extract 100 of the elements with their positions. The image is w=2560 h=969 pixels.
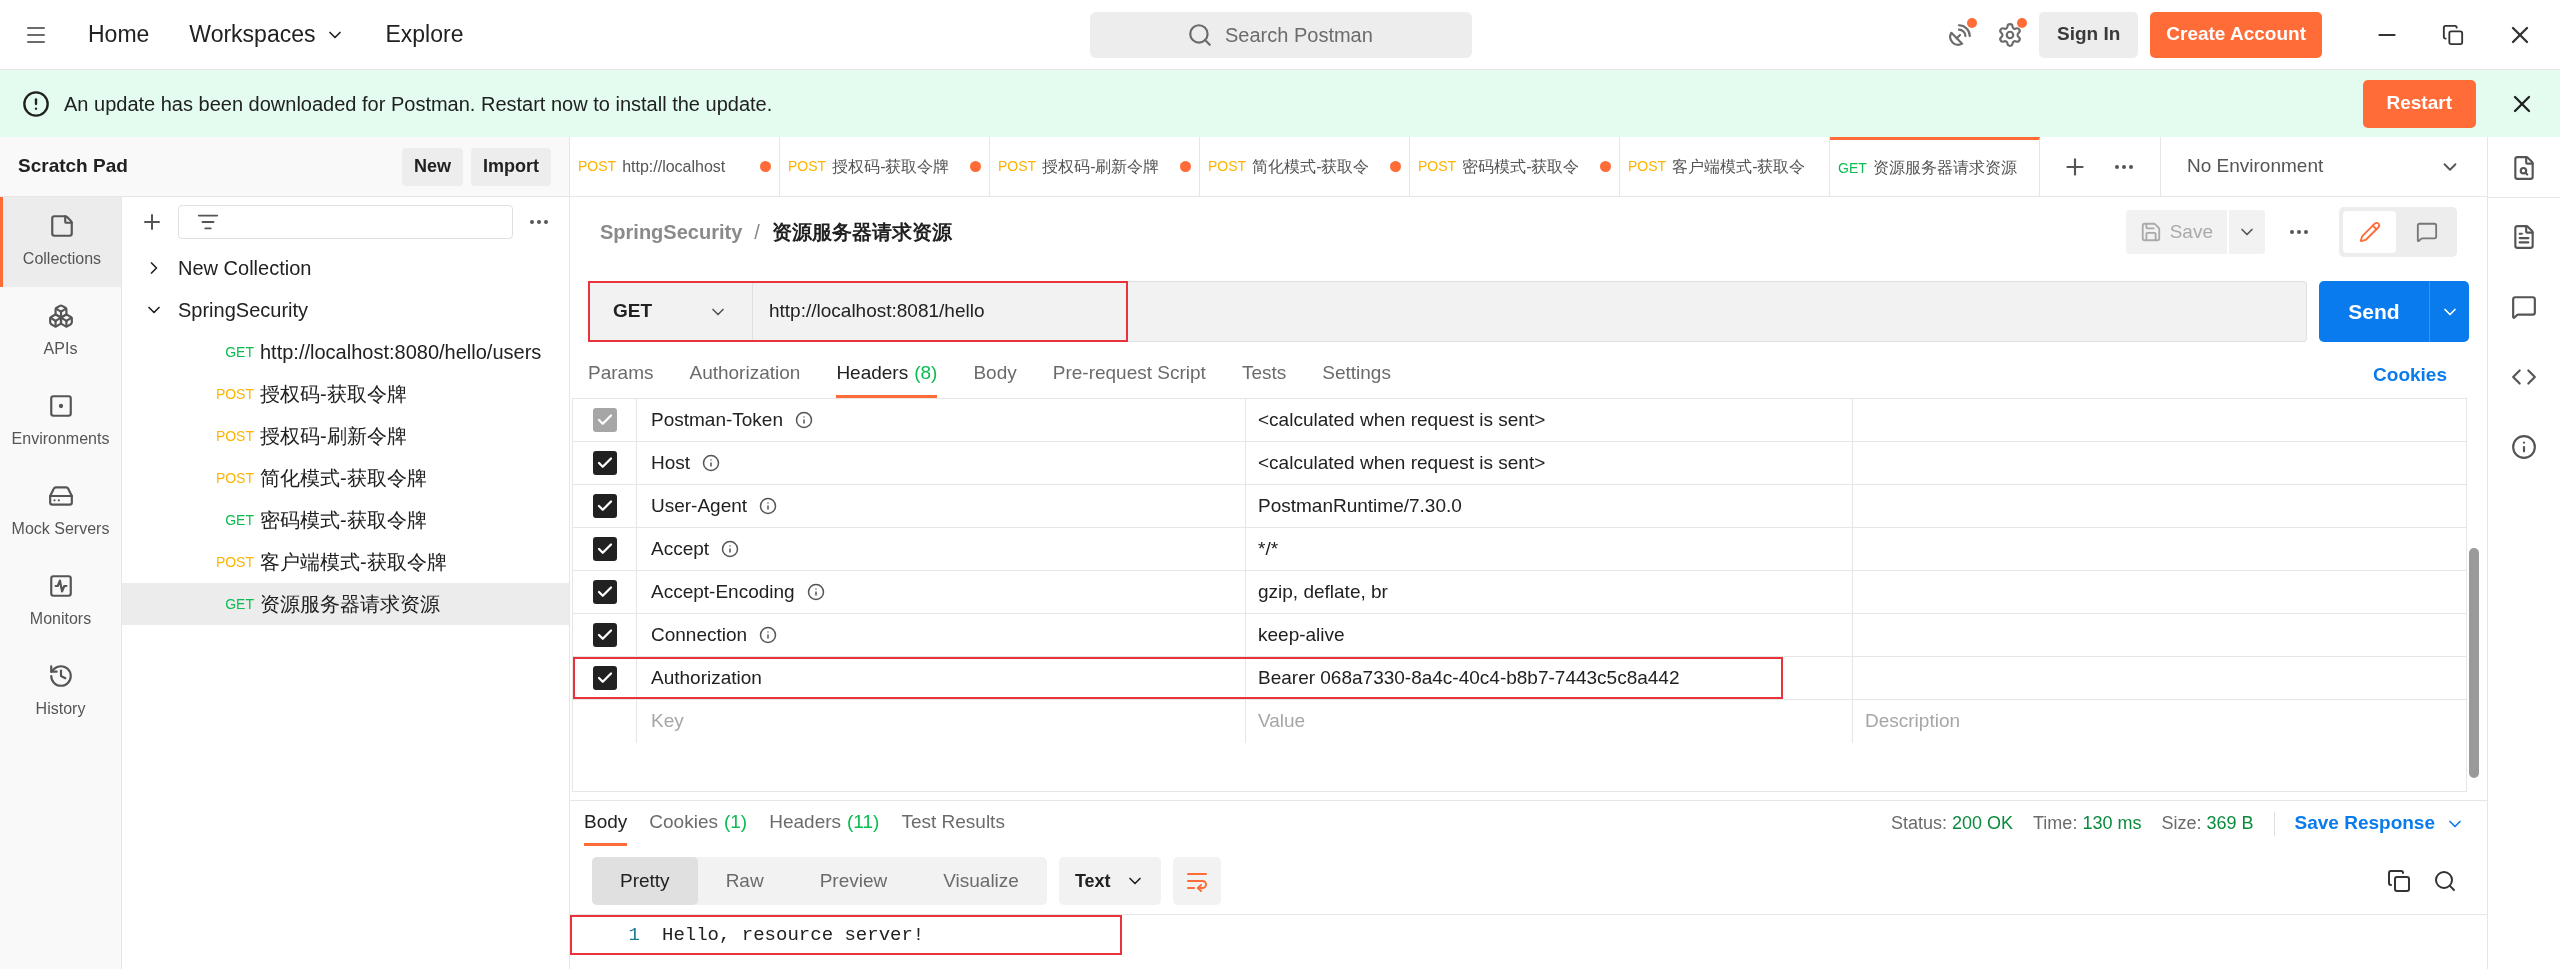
sidebar-rail-item[interactable]: History — [0, 647, 121, 737]
search-icon — [1187, 22, 1213, 48]
sidebar-action-button[interactable]: New — [402, 147, 463, 186]
line-number: 1 — [627, 922, 640, 948]
header-checkbox[interactable] — [592, 451, 617, 475]
response-tab[interactable]: Body — [584, 801, 628, 846]
view-mode-tab[interactable]: Pretty — [592, 857, 698, 905]
response-tab[interactable]: Cookies (1) — [649, 801, 748, 846]
header-key: Connection — [651, 620, 748, 650]
request-item[interactable]: POST 授权码-刷新令牌 — [122, 415, 569, 457]
header-key: Postman-Token — [651, 405, 783, 435]
header-key: Accept-Encoding — [651, 577, 795, 607]
header-key: User-Agent — [651, 491, 748, 521]
info-icon[interactable] — [759, 626, 778, 644]
request-item[interactable]: GET 密码模式-获取令牌 — [122, 499, 569, 541]
filter-field[interactable] — [178, 205, 513, 239]
request-section-tab[interactable]: Headers (8) — [836, 352, 938, 398]
sidebar-rail-item[interactable]: Monitors — [0, 557, 121, 647]
method-select[interactable]: GET — [588, 281, 753, 342]
header-value: keep-alive — [1258, 622, 1345, 647]
comment-icon — [2415, 221, 2438, 243]
search-input[interactable]: Search Postman — [1225, 20, 1375, 50]
document-icon[interactable] — [2511, 224, 2537, 250]
header-key: Authorization — [651, 663, 762, 693]
alert-icon — [22, 89, 50, 118]
header-checkbox[interactable] — [592, 623, 617, 647]
request-tab[interactable]: POST http://localhost — [570, 137, 780, 196]
view-mode-tab[interactable]: Raw — [697, 857, 792, 905]
breadcrumb-request: 资源服务器请求资源 — [771, 220, 952, 245]
request-item[interactable]: POST 客户端模式-获取令牌 — [122, 541, 569, 583]
request-section-tab[interactable]: Tests — [1241, 352, 1287, 398]
edit-toggle[interactable] — [2343, 211, 2396, 253]
format-select[interactable]: Text — [1058, 857, 1161, 905]
url-field[interactable]: http://localhost:8081/hello — [753, 281, 2307, 342]
cookies-link[interactable]: Cookies — [2373, 352, 2447, 398]
satellite-dish-icon[interactable] — [1946, 21, 1973, 48]
pencil-icon — [2358, 221, 2381, 243]
request-tab[interactable]: POST 授权码-刷新令牌 — [990, 137, 1200, 196]
nav-link[interactable]: Home — [88, 17, 150, 52]
collection-item[interactable]: SpringSecurity — [122, 289, 569, 331]
request-tab[interactable]: GET 资源服务器请求资源 — [1830, 137, 2040, 196]
header-value: gzip, deflate, br — [1258, 579, 1388, 604]
breadcrumb-separator: / — [754, 220, 760, 245]
info-icon[interactable] — [2511, 434, 2537, 460]
nav-link[interactable]: Explore — [385, 17, 464, 52]
request-tab[interactable]: POST 简化模式-获取令 — [1200, 137, 1410, 196]
header-checkbox[interactable] — [592, 494, 617, 518]
info-icon[interactable] — [806, 583, 825, 601]
note-icon — [49, 213, 75, 239]
scrollbar-thumb[interactable] — [2469, 548, 2479, 778]
sidebar-rail-item[interactable]: Environments — [0, 377, 121, 467]
request-item[interactable]: GET http://localhost:8080/hello/users — [122, 331, 569, 373]
sidebar-rail-item[interactable]: APIs — [0, 287, 121, 377]
header-checkbox[interactable] — [592, 666, 617, 690]
request-section-tab[interactable]: Authorization — [689, 352, 801, 398]
header-key: Accept — [651, 534, 710, 564]
request-tab[interactable]: POST 授权码-获取令牌 — [780, 137, 990, 196]
header-key: Host — [651, 448, 691, 478]
save-response-button[interactable]: Save Response — [2294, 809, 2465, 838]
info-icon[interactable] — [759, 497, 778, 515]
sidebar-rail-item[interactable]: Collections — [0, 197, 121, 287]
comment-icon[interactable] — [2511, 294, 2537, 320]
request-section-tab[interactable]: Body — [973, 352, 1017, 398]
save-icon — [2139, 221, 2162, 243]
environment-select[interactable]: No Environment — [2160, 137, 2487, 196]
request-section-tab[interactable]: Params — [588, 352, 654, 398]
code-line: Hello, resource server! — [662, 922, 925, 948]
header-value: */* — [1258, 536, 1279, 561]
response-tab[interactable]: Headers (11) — [769, 801, 880, 846]
nav-link[interactable]: Workspaces — [189, 17, 346, 52]
header-checkbox[interactable] — [592, 580, 617, 604]
request-section-tab[interactable]: Settings — [1322, 352, 1391, 398]
collection-item[interactable]: New Collection — [122, 247, 569, 289]
sidebar-action-button[interactable]: Import — [471, 147, 551, 186]
response-tab[interactable]: Test Results — [901, 801, 1005, 846]
history-icon — [47, 663, 74, 689]
request-item[interactable]: POST 简化模式-获取令牌 — [122, 457, 569, 499]
header-value: PostmanRuntime/7.30.0 — [1258, 493, 1462, 518]
document-search-icon[interactable] — [2511, 155, 2537, 181]
header-value: Bearer 068a7330-8a4c-40c4-b8b7-7443c5c8a442 — [1258, 665, 1680, 690]
header-value: <calculated when request is sent> — [1258, 450, 1546, 475]
send-button[interactable]: Send — [2319, 281, 2429, 342]
info-icon[interactable] — [721, 540, 740, 558]
search-icon[interactable] — [2433, 869, 2457, 893]
wrap-button[interactable] — [1172, 857, 1221, 905]
sign-in-button[interactable]: Sign In — [2038, 11, 2139, 58]
view-mode-tab[interactable]: Preview — [791, 857, 916, 905]
header-checkbox[interactable] — [592, 537, 617, 561]
info-icon[interactable] — [702, 454, 721, 472]
request-item[interactable]: GET 资源服务器请求资源 — [122, 583, 569, 625]
request-item[interactable]: POST 授权码-获取令牌 — [122, 373, 569, 415]
sidebar-rail-item[interactable]: Mock Servers — [0, 467, 121, 557]
request-section-tab[interactable]: Pre-request Script — [1052, 352, 1206, 398]
header-value: <calculated when request is sent> — [1258, 407, 1546, 432]
settings-icon[interactable] — [1996, 21, 2023, 48]
search-bar[interactable]: Search Postman — [1090, 12, 1472, 58]
request-tab[interactable]: POST 密码模式-获取令 — [1410, 137, 1620, 196]
copy-icon[interactable] — [2387, 869, 2411, 893]
view-mode-tab[interactable]: Visualize — [915, 857, 1047, 905]
restore-icon[interactable] — [2442, 23, 2464, 46]
